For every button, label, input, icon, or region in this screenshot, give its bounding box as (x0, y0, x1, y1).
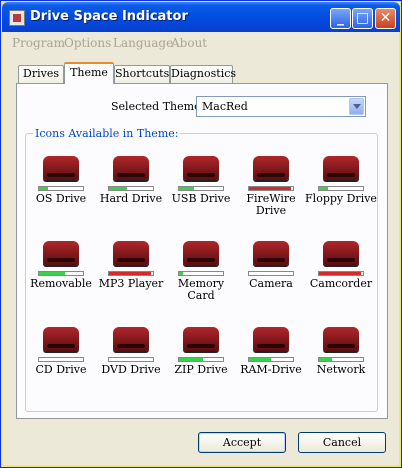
usage-bar (178, 271, 224, 276)
usage-bar-fill (109, 187, 127, 190)
icon-label: Memory Card (177, 277, 225, 302)
theme-icon-item: USB Drive (164, 148, 238, 205)
usage-bar (38, 186, 84, 191)
os-drive-icon (37, 148, 85, 184)
menu-options[interactable]: Options (64, 36, 111, 50)
icon-label: Hard Drive (99, 192, 163, 205)
usage-bar (178, 186, 224, 191)
zip-drive-icon (177, 319, 225, 355)
icon-label: Network (316, 363, 366, 376)
usage-bar (248, 271, 294, 276)
title-bar[interactable]: Drive Space Indicator _ □ ✕ (2, 2, 400, 32)
usage-bar (38, 271, 84, 276)
usage-bar-fill (249, 358, 271, 361)
usage-bar (178, 357, 224, 362)
cancel-button[interactable]: Cancel (298, 432, 386, 453)
icons-group-label: Icons Available in Theme: (33, 127, 181, 140)
theme-icon-item: FireWire Drive (234, 148, 308, 217)
close-button[interactable]: ✕ (375, 8, 396, 29)
theme-icon-item: Hard Drive (94, 148, 168, 205)
usage-bar (38, 357, 84, 362)
usage-bar (318, 186, 364, 191)
maximize-button[interactable]: □ (352, 8, 373, 29)
usage-bar-fill (249, 187, 291, 190)
icon-label: Camcorder (309, 277, 373, 290)
floppy-drive-icon (317, 148, 365, 184)
theme-icon-item: Floppy Drive (304, 148, 378, 205)
icon-label: Camera (249, 277, 293, 290)
memory-card-icon (177, 233, 225, 269)
icon-label: DVD Drive (101, 363, 161, 376)
theme-icon-item: CD Drive (24, 319, 98, 376)
theme-icon-item: Camcorder (304, 233, 378, 290)
usage-bar-fill (319, 272, 361, 275)
usage-bar-fill (39, 272, 66, 275)
accept-button[interactable]: Accept (198, 432, 286, 453)
theme-label: Selected Theme: (111, 100, 205, 113)
usage-bar-fill (179, 187, 195, 190)
usage-bar (248, 186, 294, 191)
tab-diagnostics[interactable]: Diagnostics (170, 65, 236, 83)
theme-select-value: MacRed (202, 100, 248, 113)
usage-bar-fill (109, 272, 151, 275)
usage-bar (108, 271, 154, 276)
tab-drives[interactable]: Drives (18, 65, 64, 83)
theme-icon-item: Memory Card (164, 233, 238, 302)
icon-label: OS Drive (35, 192, 87, 205)
mp3-player-icon (107, 233, 155, 269)
camera-icon (247, 233, 295, 269)
ram-drive-icon (247, 319, 295, 355)
usage-bar (108, 186, 154, 191)
camcorder-icon (317, 233, 365, 269)
menu-about[interactable]: About (171, 36, 207, 50)
chevron-down-icon[interactable] (349, 98, 364, 115)
menu-bar: Program Options Language About (5, 33, 399, 53)
app-icon (9, 10, 25, 26)
usage-bar (248, 357, 294, 362)
usage-bar-fill (39, 187, 48, 190)
icon-label: Removable (30, 277, 92, 290)
theme-icon-item: RAM-Drive (234, 319, 308, 376)
hard-drive-icon (107, 148, 155, 184)
dvd-drive-icon (107, 319, 155, 355)
theme-icon-item: Camera (234, 233, 308, 290)
theme-icon-item: ZIP Drive (164, 319, 238, 376)
tab-shortcuts[interactable]: Shortcuts (114, 65, 170, 83)
icon-label: RAM-Drive (240, 363, 302, 376)
window-title: Drive Space Indicator (30, 9, 188, 24)
firewire-drive-icon (247, 148, 295, 184)
usage-bar-fill (179, 358, 204, 361)
theme-icon-item: Network (304, 319, 378, 376)
icon-label: CD Drive (35, 363, 87, 376)
menu-program[interactable]: Program (12, 36, 65, 50)
network-drive-icon (317, 319, 365, 355)
usage-bar-fill (319, 358, 333, 361)
theme-icon-item: Removable (24, 233, 98, 290)
icon-label: FireWire Drive (246, 192, 296, 217)
icon-label: USB Drive (171, 192, 231, 205)
usage-bar (108, 357, 154, 362)
usage-bar (318, 357, 364, 362)
theme-select[interactable]: MacRed (196, 96, 366, 117)
theme-icon-item: DVD Drive (94, 319, 168, 376)
usage-bar-fill (319, 187, 328, 190)
theme-icon-item: MP3 Player (94, 233, 168, 290)
menu-language[interactable]: Language (113, 36, 173, 50)
icon-label: MP3 Player (98, 277, 164, 290)
main-window: Drive Space Indicator _ □ ✕ Program Opti… (0, 0, 402, 468)
usage-bar (318, 271, 364, 276)
theme-icon-item: OS Drive (24, 148, 98, 205)
cd-drive-icon (37, 319, 85, 355)
usb-drive-icon (177, 148, 225, 184)
tab-theme[interactable]: Theme (64, 62, 114, 84)
removable-drive-icon (37, 233, 85, 269)
icon-label: ZIP Drive (174, 363, 228, 376)
icon-label: Floppy Drive (305, 192, 377, 205)
minimize-button[interactable]: _ (330, 8, 351, 29)
usage-bar-fill (179, 272, 183, 275)
